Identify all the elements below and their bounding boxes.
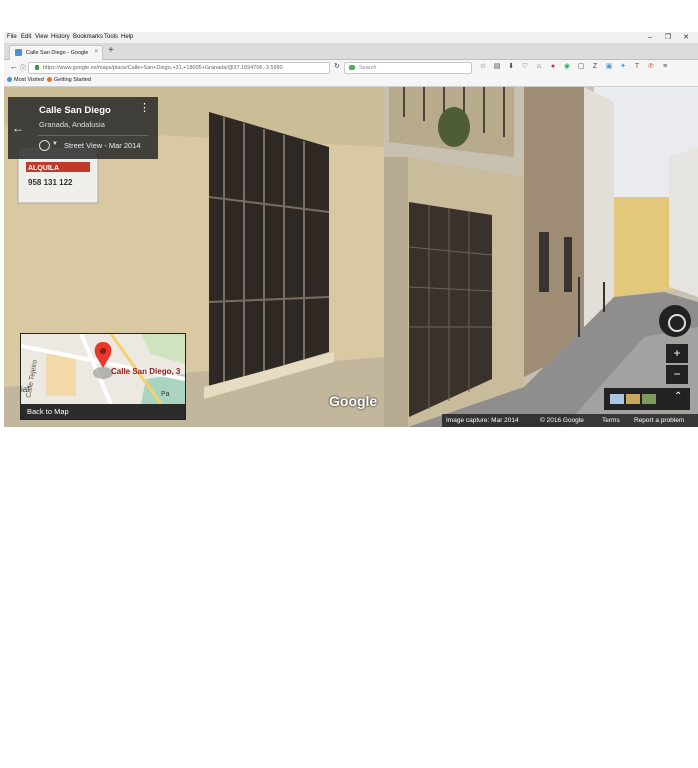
hamburger-menu-icon[interactable]: ≡ <box>658 63 672 70</box>
pinterest-icon[interactable]: ℗ <box>644 63 658 70</box>
clock-icon[interactable] <box>39 140 50 151</box>
bookmarks-bar: Most Visited Getting Started <box>4 75 698 87</box>
back-to-map-label: Back to Map <box>27 407 69 416</box>
folder-icon <box>7 77 12 83</box>
menu-help[interactable]: Help <box>121 34 133 40</box>
reload-icon[interactable]: ↻ <box>334 62 340 70</box>
search-engine-icon <box>349 65 355 70</box>
bookmark-getting-started[interactable]: Getting Started <box>47 77 91 83</box>
home-icon[interactable]: ⌂ <box>532 63 546 70</box>
menu-bookmarks[interactable]: Bookmarks <box>73 34 103 40</box>
place-subtitle: Granada, Andalusia <box>39 120 105 129</box>
bookmark-label: Most Visited <box>14 77 44 83</box>
map-partial-label: ial <box>21 385 29 394</box>
extension-icon[interactable]: ● <box>546 63 560 70</box>
thumbnail-2[interactable] <box>626 394 640 404</box>
tab-close-icon[interactable]: × <box>94 49 98 55</box>
terms-link[interactable]: Terms <box>602 417 620 424</box>
download-icon[interactable]: ⬇ <box>504 62 518 70</box>
info-icon[interactable]: ⓘ <box>20 63 26 72</box>
street-view-info-card: ← Calle San Diego Granada, Andalusia ⋮ ▼… <box>8 97 158 159</box>
new-tab-button[interactable]: + <box>108 45 114 56</box>
back-to-map-button[interactable]: Back to Map <box>21 404 185 419</box>
menu-tools[interactable]: Tools <box>104 34 118 40</box>
tab-google-maps[interactable]: Calle San Diego - Google ... × <box>9 45 103 60</box>
maximize-button[interactable]: ❐ <box>660 33 676 41</box>
thumbnail-3[interactable] <box>642 394 656 404</box>
reading-list-icon[interactable]: ▤ <box>490 62 504 70</box>
pocket-icon[interactable]: ♡ <box>518 62 532 70</box>
zoom-out-button[interactable]: − <box>666 365 688 384</box>
window-controls: – ❐ ✕ <box>642 33 694 41</box>
google-logo: Google <box>329 393 378 409</box>
map-partial-label-2: Pa <box>161 391 170 398</box>
caret-down-icon[interactable]: ▼ <box>52 141 58 147</box>
street-view-date[interactable]: Street View - Mar 2014 <box>64 141 141 150</box>
copyright: © 2016 Google <box>540 417 584 424</box>
report-problem-link[interactable]: Report a problem <box>634 417 684 424</box>
bookmark-label: Getting Started <box>54 77 91 83</box>
text-icon[interactable]: T <box>630 63 644 70</box>
menu-edit[interactable]: Edit <box>21 34 31 40</box>
url-text: https://www.google.es/maps/place/Calle+S… <box>43 65 283 71</box>
image-capture-date: Image capture: Mar 2014 <box>446 417 519 424</box>
attribution-footer: Image capture: Mar 2014 © 2016 Google Te… <box>442 414 698 427</box>
twitter-icon[interactable]: ✦ <box>616 62 630 70</box>
menu-bar: File Edit View History Bookmarks Tools H… <box>4 32 698 43</box>
screenshot-icon[interactable]: ▣ <box>602 62 616 70</box>
search-box[interactable]: Search <box>344 62 472 74</box>
toolbar-icons: ☆ ▤ ⬇ ♡ ⌂ ● ◉ ▢ Z ▣ ✦ T ℗ ≡ <box>476 62 672 70</box>
compass-icon <box>668 314 686 332</box>
zotero-icon[interactable]: Z <box>588 63 602 70</box>
back-arrow-icon[interactable]: ← <box>10 62 18 71</box>
menu-history[interactable]: History <box>51 34 70 40</box>
tab-title: Calle San Diego - Google ... <box>26 50 88 56</box>
more-options-icon[interactable]: ⋮ <box>139 103 150 114</box>
menu-file[interactable]: File <box>7 34 17 40</box>
zoom-in-button[interactable]: + <box>666 344 688 363</box>
address-bar[interactable]: https://www.google.es/maps/place/Calle+S… <box>28 62 330 74</box>
thumbnail-1[interactable] <box>610 394 624 404</box>
menu-view[interactable]: View <box>35 34 48 40</box>
firefox-icon <box>47 77 52 83</box>
compass-control[interactable] <box>659 305 691 337</box>
expand-icon[interactable]: ⌃ <box>674 391 682 402</box>
street-view-panorama[interactable]: ALQUILA 958 131 122 ← Calle San Diego Gr… <box>4 87 698 427</box>
place-title: Calle San Diego <box>39 105 111 116</box>
imagery-thumbnails[interactable]: ⌃ <box>604 388 690 410</box>
minimize-button[interactable]: – <box>642 34 658 41</box>
extension-green-icon[interactable]: ◉ <box>560 62 574 70</box>
card-divider <box>38 135 148 136</box>
tab-strip: Calle San Diego - Google ... × + <box>4 43 698 60</box>
maps-favicon-icon <box>15 49 22 56</box>
map-address-label: Calle San Diego, 3 <box>111 367 181 376</box>
browser-window: File Edit View History Bookmarks Tools H… <box>4 32 698 427</box>
extension-square-icon[interactable]: ▢ <box>574 62 588 70</box>
mini-map[interactable]: Calle Tejeiro ial Pa Calle San Diego, 3 … <box>20 333 186 420</box>
navigation-bar: ← ⓘ https://www.google.es/maps/place/Cal… <box>4 60 698 75</box>
close-window-button[interactable]: ✕ <box>678 33 694 41</box>
bookmark-most-visited[interactable]: Most Visited <box>7 77 44 83</box>
rent-sign-label: ALQUILA <box>28 165 59 172</box>
lock-icon <box>35 65 39 70</box>
search-placeholder: Search <box>359 65 377 71</box>
star-icon[interactable]: ☆ <box>476 62 490 70</box>
back-arrow-button[interactable]: ← <box>8 97 28 159</box>
rent-sign-phone: 958 131 122 <box>28 178 73 187</box>
